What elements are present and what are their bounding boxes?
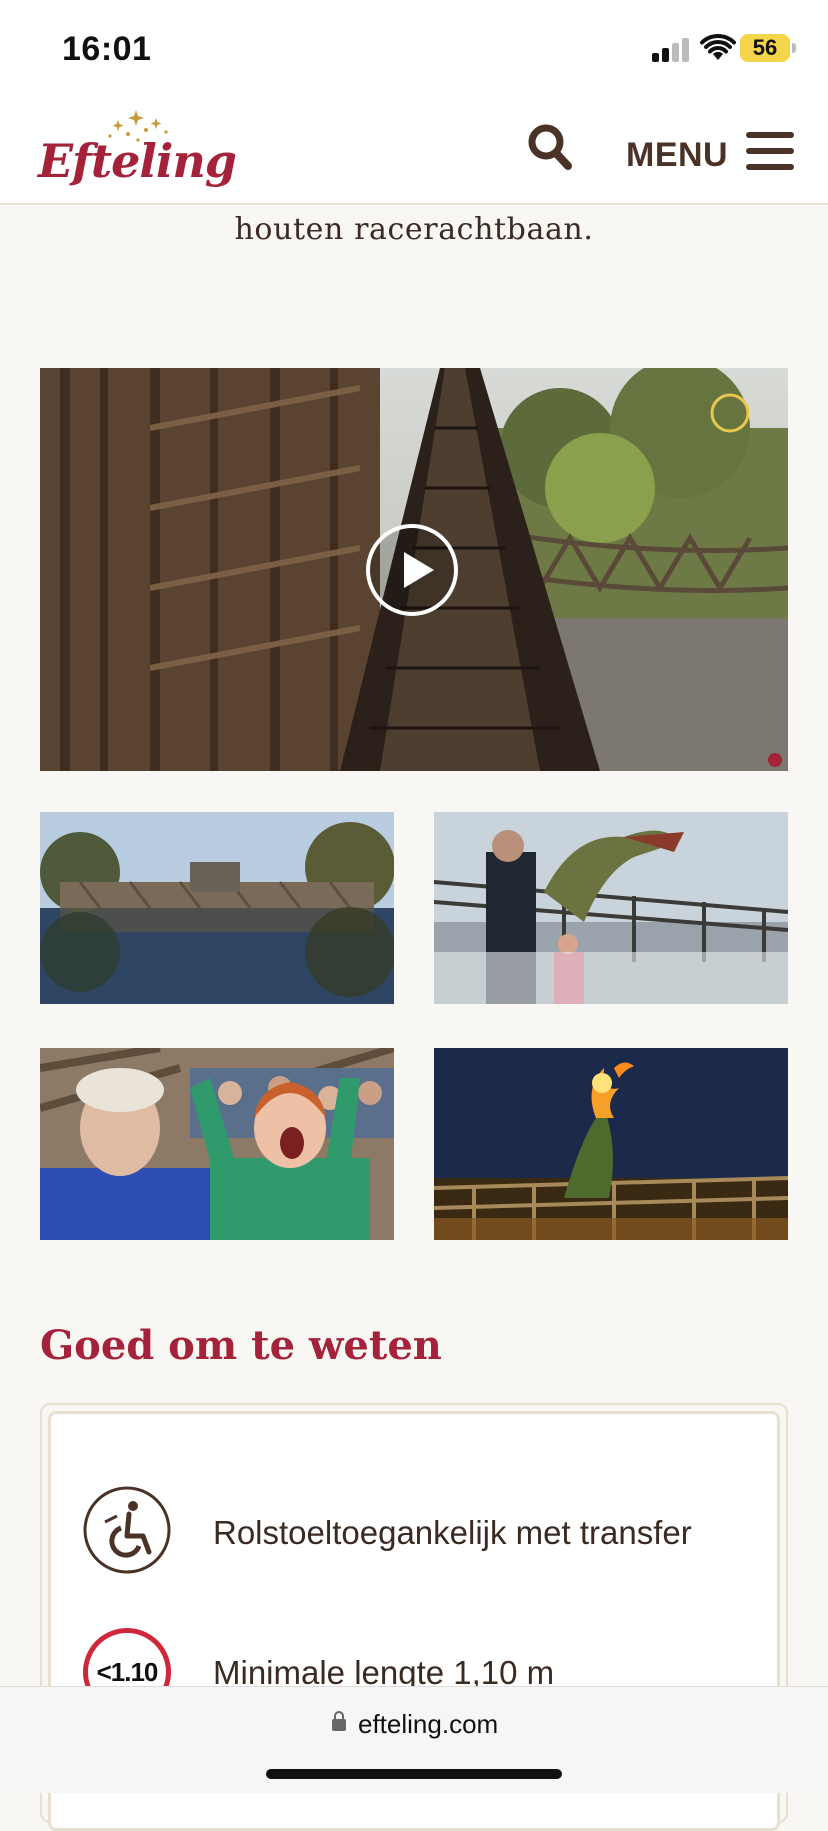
section-title: Goed om te weten: [40, 1322, 442, 1369]
info-text-wheelchair: Rolstoeltoegankelijk met transfer: [213, 1514, 692, 1551]
browser-url-bar[interactable]: efteling.com: [0, 1686, 828, 1793]
battery-indicator: 56: [740, 34, 790, 62]
url-text[interactable]: efteling.com: [358, 1709, 498, 1740]
video-player[interactable]: [40, 368, 788, 771]
photo-fire-dragon-night[interactable]: [434, 1048, 788, 1240]
clock: 16:01: [62, 30, 152, 68]
cellular-signal-icon: [652, 38, 692, 62]
status-bar: 16:01 56: [0, 0, 828, 100]
menu-button[interactable]: MENU: [626, 124, 796, 178]
hamburger-icon: [746, 130, 794, 170]
battery-cap: [792, 43, 796, 53]
search-icon[interactable]: [526, 122, 574, 174]
play-icon[interactable]: [366, 524, 458, 616]
site-header: Efteling MENU: [0, 100, 828, 205]
menu-label: MENU: [626, 136, 729, 174]
logo-wordmark: Efteling: [38, 134, 237, 188]
wifi-icon: [700, 34, 736, 60]
height-limit-label: <1.10: [96, 1657, 159, 1687]
photo-riders-screaming[interactable]: [40, 1048, 394, 1240]
battery-level: 56: [752, 35, 778, 60]
photo-lake-reflection[interactable]: [40, 812, 394, 1004]
wheelchair-icon: [83, 1486, 171, 1574]
lock-icon: [332, 1711, 346, 1731]
intro-text: houten racerachtbaan.: [234, 212, 594, 247]
home-indicator[interactable]: [266, 1769, 562, 1779]
efteling-logo[interactable]: Efteling: [38, 108, 238, 198]
photo-dragon-crowd[interactable]: [434, 812, 788, 1004]
